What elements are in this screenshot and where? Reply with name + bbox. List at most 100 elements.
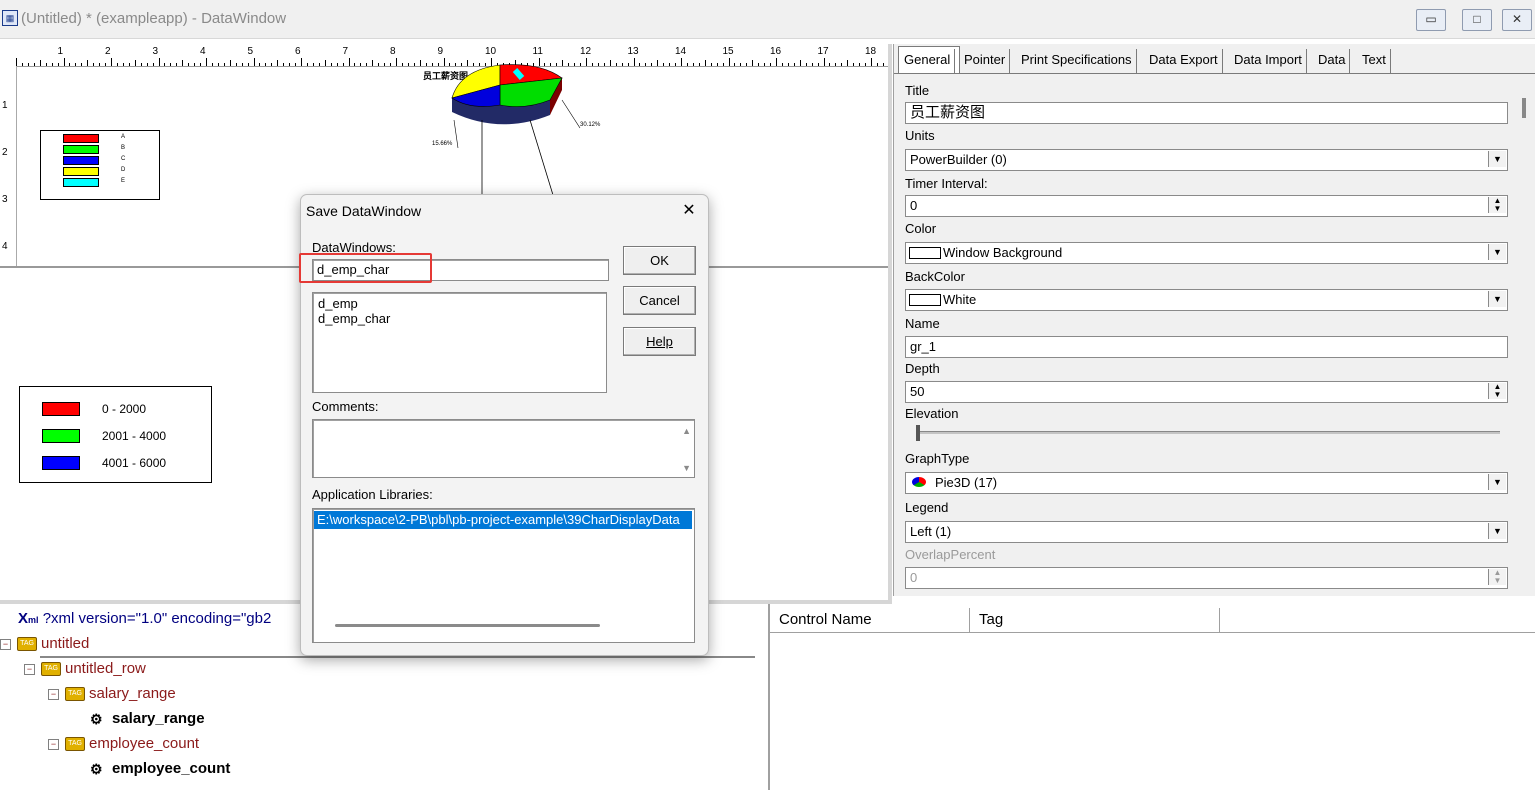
name-input[interactable]: gr_1	[905, 336, 1508, 358]
ruler-tick	[21, 63, 23, 66]
gear-icon: ⚙	[90, 761, 103, 778]
overlap-spinner[interactable]: 0 ▲ ▼	[905, 567, 1508, 589]
collapse-icon[interactable]: −	[48, 688, 59, 700]
chevron-down-icon[interactable]: ▼	[1488, 291, 1506, 307]
tree-node-employee-count[interactable]: − TAG employee_count	[48, 735, 199, 752]
properties-panel: General Pointer Print Specifications Dat…	[893, 44, 1535, 596]
column-header-tag[interactable]: Tag	[970, 608, 1220, 632]
tab-print-specifications[interactable]: Print Specifications	[1017, 49, 1137, 73]
ruler-number: 2	[105, 46, 111, 57]
ruler-tick	[33, 63, 35, 66]
tab-general[interactable]: General	[900, 49, 956, 73]
library-list-item-selected[interactable]: E:\workspace\2-PB\pbl\pb-project-example…	[314, 511, 692, 529]
ruler-number: 3	[152, 46, 159, 57]
datawindow-list[interactable]: d_emp d_emp_char	[312, 292, 607, 393]
units-select[interactable]: PowerBuilder (0) ▼	[905, 149, 1508, 171]
tree-leaf-salary-range[interactable]: ⚙ salary_range	[90, 710, 205, 727]
scroll-up-icon[interactable]: ▲	[682, 426, 691, 436]
close-window-button[interactable]: ✕	[1502, 9, 1532, 31]
chevron-down-icon[interactable]: ▼	[1488, 474, 1506, 490]
ruler-tick	[882, 63, 884, 66]
salary-legend: 0 - 2000 2001 - 4000 4001 - 6000	[19, 386, 212, 483]
maximize-button[interactable]: □	[1462, 9, 1492, 31]
leader-line	[453, 119, 459, 149]
tab-pointer[interactable]: Pointer	[960, 49, 1011, 73]
spinner-icon[interactable]: ▲ ▼	[1488, 569, 1506, 585]
color-label: Color	[905, 221, 937, 236]
scrollbar-thumb[interactable]	[1522, 98, 1526, 118]
ruler-tick	[871, 58, 872, 66]
list-item[interactable]: d_emp	[318, 296, 358, 311]
minimize-button[interactable]: ▭	[1416, 9, 1446, 31]
chevron-down-icon[interactable]: ▼	[1488, 151, 1506, 167]
leader-line	[529, 119, 554, 196]
spinner-icon[interactable]: ▲ ▼	[1488, 383, 1506, 399]
tree-leaf-employee-count[interactable]: ⚙ employee_count	[90, 760, 230, 777]
window-title: (Untitled) * (exampleapp) - DataWindow	[21, 10, 287, 27]
ruler-tick	[105, 63, 107, 66]
ruler-tick	[63, 58, 65, 66]
vertical-splitter[interactable]	[888, 44, 892, 604]
xml-declaration[interactable]: Xml ?xml version="1.0" encoding="gb2	[18, 610, 271, 627]
units-value: PowerBuilder (0)	[910, 152, 1007, 167]
ruler-tick	[437, 63, 439, 66]
gear-icon: ⚙	[90, 711, 103, 728]
ruler-tick	[413, 63, 415, 66]
tab-data-import[interactable]: Data Import	[1230, 49, 1307, 73]
tree-node-untitled-row[interactable]: − TAG untitled_row	[24, 660, 146, 677]
ruler-tick	[770, 63, 772, 66]
ruler-tick	[336, 63, 338, 66]
xml-declaration-text: ?xml version="1.0" encoding="gb2	[42, 610, 272, 627]
legend-value: Left (1)	[910, 524, 952, 539]
pie3d-graph[interactable]	[440, 60, 620, 200]
xml-icon: Xml	[18, 610, 39, 627]
tab-text[interactable]: Text	[1358, 49, 1391, 73]
tab-data[interactable]: Data	[1314, 49, 1351, 73]
tree-label: untitled	[41, 635, 90, 652]
ruler-tick	[69, 63, 71, 66]
elevation-slider-thumb[interactable]	[916, 425, 920, 441]
chevron-down-icon[interactable]: ▼	[1488, 523, 1506, 539]
tree-node-salary-range[interactable]: − TAG salary_range	[48, 685, 176, 702]
backcolor-select[interactable]: White ▼	[905, 289, 1508, 311]
help-button[interactable]: Help	[623, 327, 696, 356]
scroll-down-icon[interactable]: ▼	[682, 463, 691, 473]
ruler-tick	[401, 63, 403, 66]
ruler-tick	[146, 63, 148, 66]
pie-chart-icon	[912, 477, 926, 487]
legend-select[interactable]: Left (1) ▼	[905, 521, 1508, 543]
datawindow-icon[interactable]: ▦	[2, 10, 18, 26]
graphtype-select[interactable]: Pie3D (17) ▼	[905, 472, 1508, 494]
chevron-down-icon[interactable]: ▼	[1488, 244, 1506, 260]
collapse-icon[interactable]: −	[48, 738, 59, 750]
ruler-number: 2	[2, 147, 8, 158]
elevation-slider-track[interactable]	[916, 431, 1500, 434]
collapse-icon[interactable]: −	[0, 638, 11, 650]
comments-textarea[interactable]: ▲ ▼	[312, 419, 695, 478]
ruler-tick	[728, 58, 730, 66]
spinner-icon[interactable]: ▲ ▼	[1488, 197, 1506, 213]
ok-button[interactable]: OK	[623, 246, 696, 275]
column-header-control-name[interactable]: Control Name	[770, 608, 970, 632]
ruler-tick	[823, 58, 825, 66]
ruler-tick	[645, 63, 647, 66]
ruler-tick	[164, 63, 166, 66]
ruler-tick	[722, 63, 724, 66]
tree-node-untitled[interactable]: − TAG untitled	[0, 635, 89, 652]
tree-label: salary_range	[89, 685, 176, 702]
timer-spinner[interactable]: 0 ▲ ▼	[905, 195, 1508, 217]
cancel-button[interactable]: Cancel	[623, 286, 696, 315]
ruler-tick	[324, 60, 326, 66]
list-item[interactable]: d_emp_char	[318, 311, 390, 326]
ruler-tick	[829, 63, 831, 66]
ruler-tick	[247, 63, 249, 66]
title-input[interactable]: 员工薪资图	[905, 102, 1508, 124]
app-libraries-list[interactable]: E:\workspace\2-PB\pbl\pb-project-example…	[312, 508, 695, 643]
color-select[interactable]: Window Background ▼	[905, 242, 1508, 264]
collapse-icon[interactable]: −	[24, 663, 35, 675]
depth-spinner[interactable]: 50 ▲ ▼	[905, 381, 1508, 403]
close-icon[interactable]: ✕	[679, 200, 699, 220]
ruler-number: 8	[390, 46, 396, 57]
horizontal-scrollbar-thumb[interactable]	[335, 624, 600, 627]
tab-data-export[interactable]: Data Export	[1145, 49, 1223, 73]
